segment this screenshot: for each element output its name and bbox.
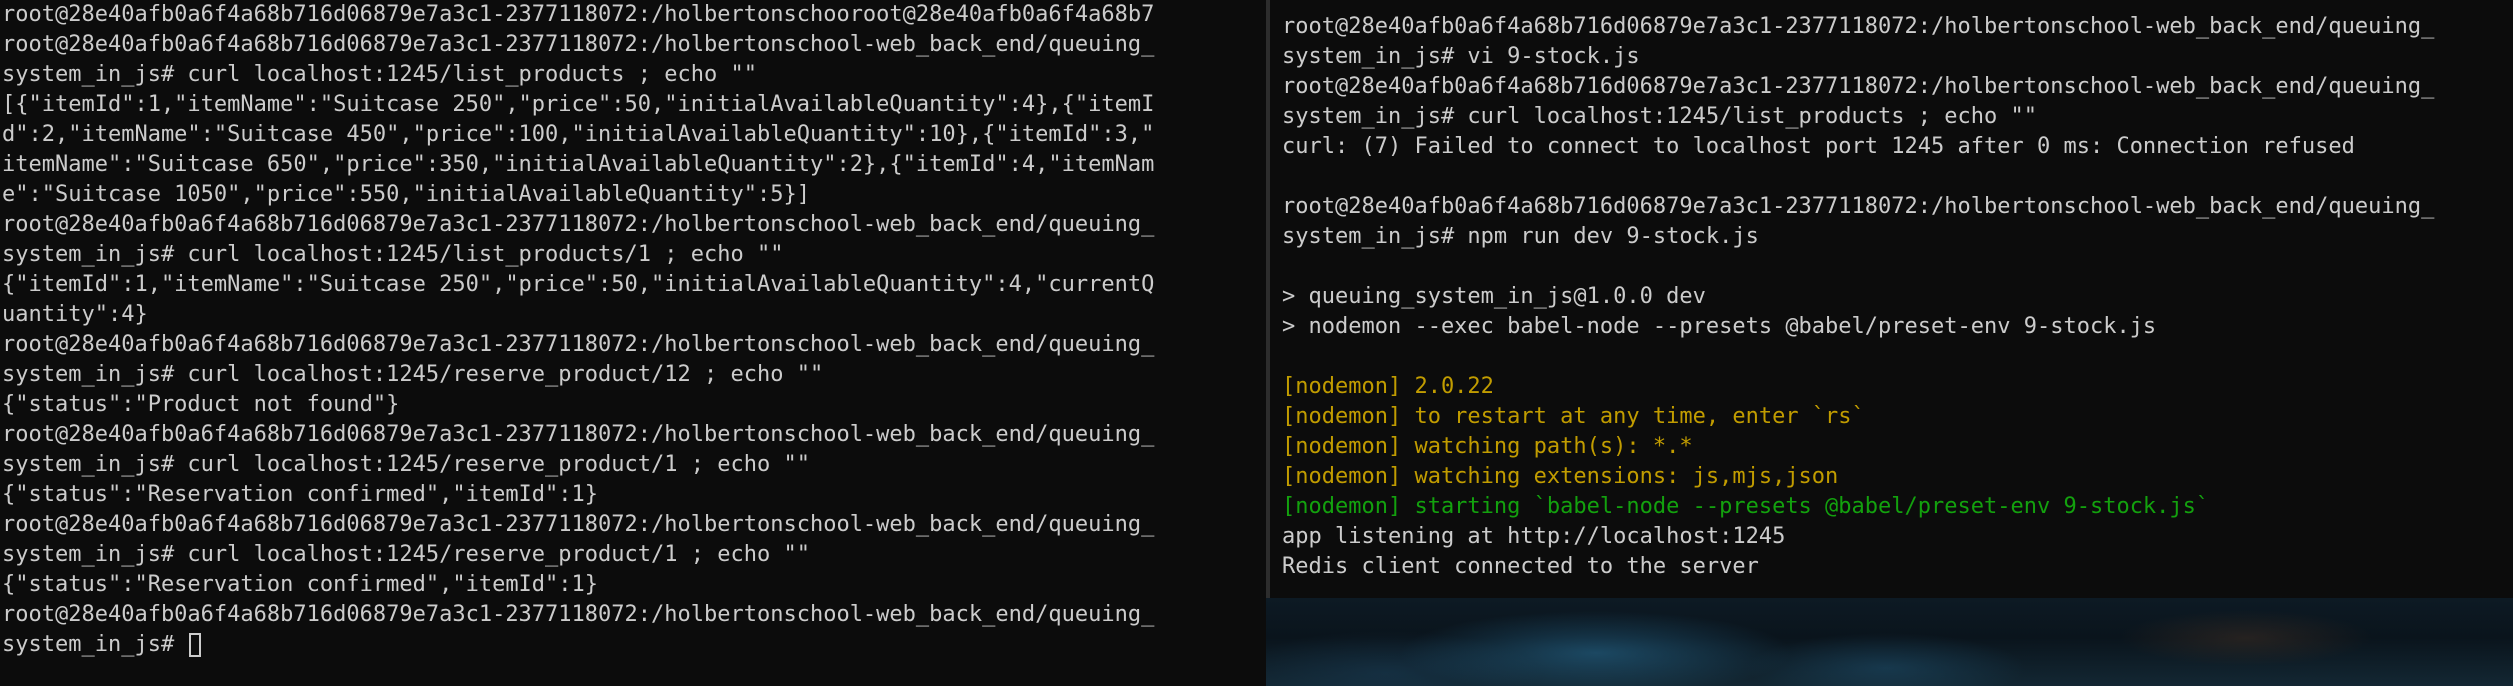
left-terminal-output: root@28e40afb0a6f4a68b716d06879e7a3c1-23… bbox=[2, 0, 1266, 660]
terminal-line: root@28e40afb0a6f4a68b716d06879e7a3c1-23… bbox=[2, 602, 1155, 627]
terminal-line: root@28e40afb0a6f4a68b716d06879e7a3c1-23… bbox=[2, 32, 1155, 57]
right-terminal-output: root@28e40afb0a6f4a68b716d06879e7a3c1-23… bbox=[1282, 12, 2513, 582]
terminal-line: root@28e40afb0a6f4a68b716d06879e7a3c1-23… bbox=[2, 212, 1155, 237]
terminal-line: d":2,"itemName":"Suitcase 450","price":1… bbox=[2, 122, 1155, 147]
terminal-line: system_in_js# curl localhost:1245/reserv… bbox=[2, 362, 824, 387]
prompt-text: system_in_js# bbox=[2, 632, 188, 657]
terminal-line: system_in_js# vi 9-stock.js bbox=[1282, 44, 1640, 69]
terminal-line: system_in_js# curl localhost:1245/reserv… bbox=[2, 542, 810, 567]
terminal-line: [nodemon] to restart at any time, enter … bbox=[1282, 404, 1865, 429]
terminal-line: itemName":"Suitcase 650","price":350,"in… bbox=[2, 152, 1155, 177]
text-cursor bbox=[189, 633, 202, 657]
terminal-line: root@28e40afb0a6f4a68b716d06879e7a3c1-23… bbox=[2, 2, 1155, 27]
terminal-line: app listening at http://localhost:1245 bbox=[1282, 524, 1786, 549]
terminal-line: root@28e40afb0a6f4a68b716d06879e7a3c1-23… bbox=[1282, 14, 2435, 39]
terminal-line: root@28e40afb0a6f4a68b716d06879e7a3c1-23… bbox=[1282, 194, 2435, 219]
terminal-line: [nodemon] 2.0.22 bbox=[1282, 374, 1494, 399]
terminal-line: root@28e40afb0a6f4a68b716d06879e7a3c1-23… bbox=[2, 422, 1155, 447]
terminal-line: Redis client connected to the server bbox=[1282, 554, 1759, 579]
terminal-line: {"status":"Reservation confirmed","itemI… bbox=[2, 482, 599, 507]
terminal-line: root@28e40afb0a6f4a68b716d06879e7a3c1-23… bbox=[1282, 74, 2435, 99]
terminal-line: {"status":"Product not found"} bbox=[2, 392, 400, 417]
left-terminal-pane[interactable]: root@28e40afb0a6f4a68b716d06879e7a3c1-23… bbox=[0, 0, 1266, 686]
terminal-line: curl: (7) Failed to connect to localhost… bbox=[1282, 134, 2355, 159]
terminal-line: {"status":"Reservation confirmed","itemI… bbox=[2, 572, 599, 597]
terminal-line: uantity":4} bbox=[2, 302, 148, 327]
terminal-line: system_in_js# curl localhost:1245/reserv… bbox=[2, 452, 810, 477]
terminal-prompt-line[interactable]: system_in_js# bbox=[2, 630, 1266, 660]
terminal-line: > nodemon --exec babel-node --presets @b… bbox=[1282, 314, 2157, 339]
right-terminal-pane[interactable]: root@28e40afb0a6f4a68b716d06879e7a3c1-23… bbox=[1270, 0, 2513, 598]
terminal-line: e":"Suitcase 1050","price":550,"initialA… bbox=[2, 182, 810, 207]
terminal-line: [nodemon] watching path(s): *.* bbox=[1282, 434, 1693, 459]
terminal-line: system_in_js# curl localhost:1245/list_p… bbox=[1282, 104, 2037, 129]
terminal-line: > queuing_system_in_js@1.0.0 dev bbox=[1282, 284, 1706, 309]
terminal-line: [nodemon] watching extensions: js,mjs,js… bbox=[1282, 464, 1839, 489]
terminal-line: system_in_js# curl localhost:1245/list_p… bbox=[2, 242, 784, 267]
terminal-line: system_in_js# npm run dev 9-stock.js bbox=[1282, 224, 1759, 249]
terminal-line: root@28e40afb0a6f4a68b716d06879e7a3c1-23… bbox=[2, 512, 1155, 537]
terminal-line: [nodemon] starting `babel-node --presets… bbox=[1282, 494, 2210, 519]
terminal-line: root@28e40afb0a6f4a68b716d06879e7a3c1-23… bbox=[2, 332, 1155, 357]
terminal-line: system_in_js# curl localhost:1245/list_p… bbox=[2, 62, 757, 87]
terminal-line: [{"itemId":1,"itemName":"Suitcase 250","… bbox=[2, 92, 1155, 117]
desktop-wallpaper bbox=[1266, 598, 2513, 686]
terminal-line: {"itemId":1,"itemName":"Suitcase 250","p… bbox=[2, 272, 1155, 297]
